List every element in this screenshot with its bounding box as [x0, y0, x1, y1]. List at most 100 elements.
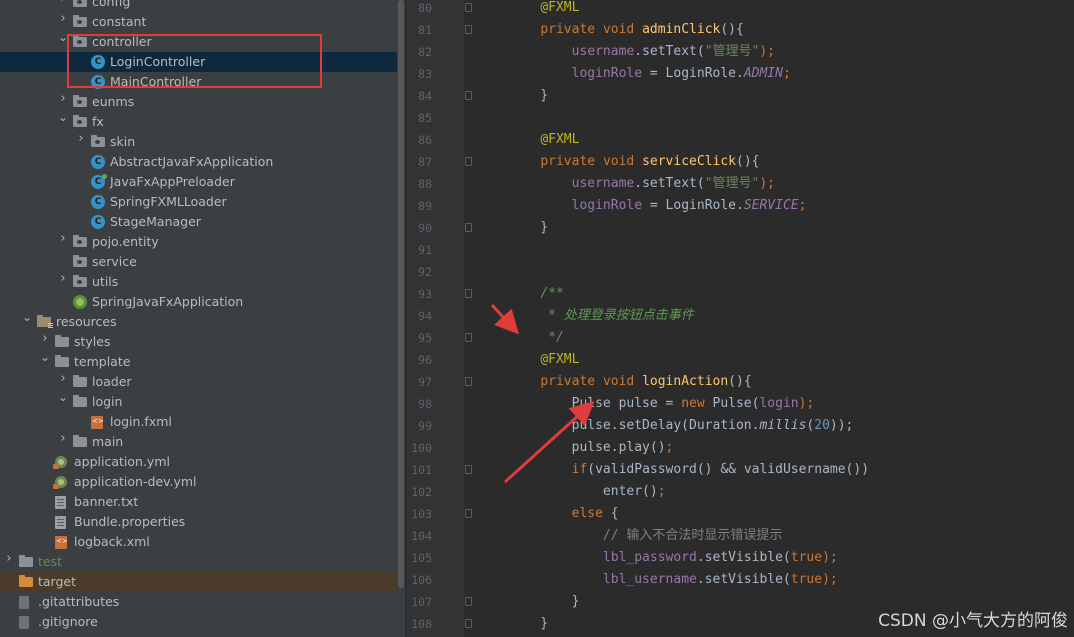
code-text: @FXML — [540, 0, 580, 15]
code-line[interactable]: 106 lbl_username.setVisible(true); — [406, 569, 1074, 591]
fold-marker-icon[interactable] — [465, 289, 472, 298]
code-line[interactable]: 82 username.setText("管理号"); — [406, 41, 1074, 63]
chevron-down-icon[interactable]: ⌄ — [58, 111, 68, 123]
code-line[interactable]: 105 lbl_password.setVisible(true); — [406, 547, 1074, 569]
fold-marker-icon[interactable] — [465, 157, 472, 166]
code-line[interactable]: 94 * 处理登录按钮点击事件 — [406, 305, 1074, 327]
chevron-right-icon[interactable]: › — [58, 0, 68, 5]
tree-item-javafxapppreloader[interactable]: C JavaFxAppPreloader — [0, 172, 397, 192]
project-tree[interactable]: ›config›constant⌄controllerCLoginControl… — [0, 0, 397, 637]
code-line[interactable]: 85 — [406, 107, 1074, 129]
code-text: /** — [540, 286, 564, 301]
chevron-right-icon[interactable]: › — [58, 232, 68, 245]
chevron-down-icon[interactable]: ⌄ — [40, 351, 50, 363]
tree-item-label: banner.txt — [74, 494, 139, 509]
chevron-right-icon[interactable]: › — [4, 552, 14, 565]
tree-item-application-yml[interactable]: application.yml — [0, 452, 397, 472]
fold-marker-icon[interactable] — [465, 223, 472, 232]
tree-item-main[interactable]: › main — [0, 432, 397, 452]
code-line[interactable]: 93 /** — [406, 283, 1074, 305]
tree-item-label: utils — [92, 274, 119, 289]
tree-item-application-dev-yml[interactable]: application-dev.yml — [0, 472, 397, 492]
tree-item-abstractjavafxapplication[interactable]: C AbstractJavaFxApplication — [0, 152, 397, 172]
code-line[interactable]: 89 loginRole = LoginRole.SERVICE; — [406, 195, 1074, 217]
tree-item-bundle-properties[interactable]: Bundle.properties — [0, 512, 397, 532]
tree-item-label: main — [92, 434, 124, 449]
code-line[interactable]: 81 private void adminClick(){ — [406, 19, 1074, 41]
tree-scrollbar-thumb[interactable] — [398, 0, 404, 588]
tree-item-springfxmlloader[interactable]: C SpringFXMLLoader — [0, 192, 397, 212]
code-line[interactable]: 84 } — [406, 85, 1074, 107]
code-text: } — [509, 88, 549, 103]
fold-marker-icon[interactable] — [465, 25, 472, 34]
tree-item-gitattributes[interactable]: .gitattributes — [0, 592, 397, 612]
code-line[interactable]: 90 } — [406, 217, 1074, 239]
fold-marker-icon[interactable] — [465, 619, 472, 628]
code-line[interactable]: 92 — [406, 261, 1074, 283]
fold-marker-icon[interactable] — [465, 597, 472, 606]
code-line[interactable]: 96 @FXML — [406, 349, 1074, 371]
code-line[interactable]: 97 private void loginAction(){ — [406, 371, 1074, 393]
code-line[interactable]: 100 pulse.play(); — [406, 437, 1074, 459]
chevron-right-icon[interactable]: › — [76, 132, 86, 145]
code-line[interactable]: 103 else { — [406, 503, 1074, 525]
package-icon — [73, 255, 87, 267]
code-line[interactable]: 86 @FXML — [406, 129, 1074, 151]
code-editor[interactable]: 80 @FXML 81 private void adminClick(){82 … — [406, 0, 1074, 637]
tree-item-eunms[interactable]: › eunms — [0, 92, 397, 112]
class-icon: C — [91, 195, 105, 209]
code-line[interactable]: 104 // 输入不合法时显示错误提示 — [406, 525, 1074, 547]
code-line[interactable]: 80 @FXML — [406, 0, 1074, 19]
tree-item-banner-txt[interactable]: banner.txt — [0, 492, 397, 512]
package-icon — [91, 135, 105, 147]
chevron-right-icon[interactable]: › — [58, 12, 68, 25]
tree-item-service[interactable]: service — [0, 252, 397, 272]
tree-item-logback-xml[interactable]: logback.xml — [0, 532, 397, 552]
fold-marker-icon[interactable] — [465, 509, 472, 518]
chevron-right-icon[interactable]: › — [58, 272, 68, 285]
tree-item-template[interactable]: ⌄ template — [0, 351, 397, 372]
code-line[interactable]: 99 pulse.setDelay(Duration.millis(20)); — [406, 415, 1074, 437]
chevron-down-icon[interactable]: ⌄ — [22, 311, 32, 323]
fold-marker-icon[interactable] — [465, 91, 472, 100]
tree-item-stagemanager[interactable]: C StageManager — [0, 212, 397, 232]
chevron-down-icon[interactable]: ⌄ — [58, 391, 68, 403]
code-line[interactable]: 83 loginRole = LoginRole.ADMIN; — [406, 63, 1074, 85]
fold-marker-icon[interactable] — [465, 377, 472, 386]
code-line[interactable]: 87 private void serviceClick(){ — [406, 151, 1074, 173]
package-icon — [73, 235, 87, 247]
tree-item-fx[interactable]: ⌄ fx — [0, 111, 397, 132]
code-line[interactable]: 95 */ — [406, 327, 1074, 349]
tree-item-target[interactable]: target — [0, 572, 397, 592]
tree-item-login[interactable]: ⌄ login — [0, 391, 397, 412]
chevron-right-icon[interactable]: › — [58, 372, 68, 385]
tree-item-resources[interactable]: ⌄ resources — [0, 311, 397, 332]
tree-scrollbar[interactable] — [397, 0, 405, 637]
fold-marker-icon[interactable] — [465, 3, 472, 12]
tree-item-gitignore[interactable]: .gitignore — [0, 612, 397, 632]
code-line[interactable]: 102 enter(); — [406, 481, 1074, 503]
tree-item-label: application.yml — [74, 454, 170, 469]
tree-item-styles[interactable]: › styles — [0, 332, 397, 352]
chevron-right-icon[interactable]: › — [58, 92, 68, 105]
tree-item-loader[interactable]: › loader — [0, 372, 397, 392]
tree-item-springjavafxapplication[interactable]: SpringJavaFxApplication — [0, 292, 397, 312]
tree-item-test[interactable]: › test — [0, 552, 397, 572]
package-icon — [73, 95, 87, 107]
tree-item-utils[interactable]: › utils — [0, 272, 397, 292]
fold-marker-icon[interactable] — [465, 333, 472, 342]
chevron-right-icon[interactable]: › — [58, 432, 68, 445]
code-line[interactable]: 88 username.setText("管理号"); — [406, 173, 1074, 195]
tree-item-constant[interactable]: › constant — [0, 12, 397, 32]
code-line[interactable]: 101 if(validPassword() && validUsername(… — [406, 459, 1074, 481]
fold-marker-icon[interactable] — [465, 465, 472, 474]
tree-item-label: .gitattributes — [38, 594, 120, 609]
code-line[interactable]: 91 — [406, 239, 1074, 261]
code-line[interactable]: 98 Pulse pulse = new Pulse(login); — [406, 393, 1074, 415]
tree-item-skin[interactable]: › skin — [0, 132, 397, 152]
chevron-right-icon[interactable]: › — [40, 332, 50, 345]
tree-item-login-fxml[interactable]: login.fxml — [0, 412, 397, 432]
tree-item-pojo-entity[interactable]: › pojo.entity — [0, 232, 397, 252]
code-text: Pulse pulse = new Pulse(login); — [509, 396, 815, 411]
tree-item-label: StageManager — [110, 214, 201, 229]
